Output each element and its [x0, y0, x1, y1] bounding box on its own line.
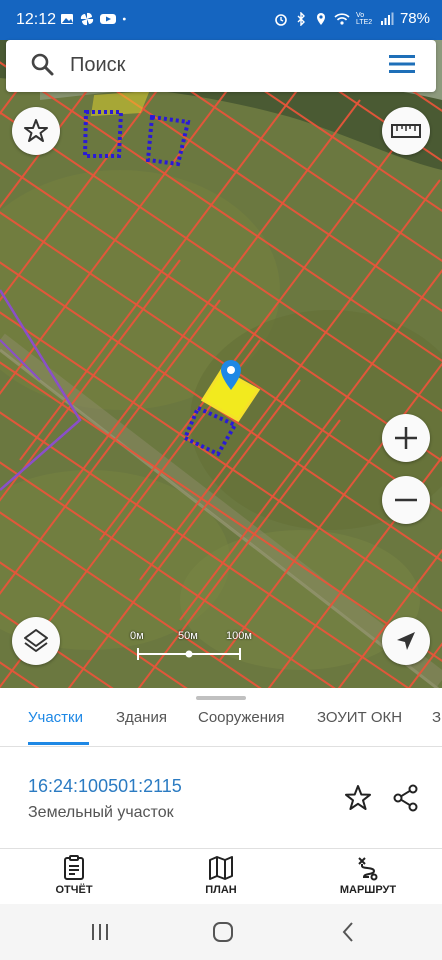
active-tab-indicator: [28, 742, 89, 745]
cadastral-number[interactable]: 16:24:100501:2115: [28, 776, 182, 797]
star-icon: [24, 119, 48, 142]
add-favorite-star-icon[interactable]: [344, 784, 372, 812]
my-location-button[interactable]: [382, 617, 430, 665]
wifi-icon: [334, 12, 350, 25]
tab-more[interactable]: З: [432, 709, 441, 726]
ruler-icon: [391, 124, 421, 138]
status-time: 12:12: [16, 11, 57, 28]
tab-structures[interactable]: Сооружения: [198, 709, 285, 726]
nav-report[interactable]: ОТЧЁТ: [34, 855, 114, 896]
search-input[interactable]: Поиск: [70, 54, 125, 77]
map-view[interactable]: 0м 50м 100м: [0, 40, 442, 688]
navigation-arrow-icon: [397, 632, 415, 650]
report-icon: [64, 855, 84, 880]
layers-button[interactable]: [12, 617, 60, 665]
scale-label-50: 50м: [178, 630, 198, 642]
youtube-icon: [100, 14, 116, 24]
signal-icon: [380, 12, 394, 25]
recent-apps-icon[interactable]: [90, 922, 110, 942]
status-bar: 12:12 Vo LTE2 78%: [0, 0, 442, 40]
location-icon: [316, 12, 325, 25]
system-navigation-bar: [0, 904, 442, 960]
battery-level: 78%: [399, 10, 430, 27]
route-icon: [358, 857, 378, 881]
share-icon[interactable]: [392, 784, 420, 812]
alarm-icon: [275, 13, 287, 26]
minus-icon: [395, 498, 417, 502]
scale-ruler: [137, 648, 241, 660]
scale-label-0: 0м: [130, 630, 144, 642]
tab-parcels[interactable]: Участки: [28, 709, 83, 726]
nav-plan[interactable]: ПЛАН: [181, 855, 261, 896]
zoom-in-button[interactable]: [382, 414, 430, 462]
tab-buildings[interactable]: Здания: [116, 709, 167, 726]
dot-icon: [122, 17, 126, 21]
favorites-button[interactable]: [12, 107, 60, 155]
satellite-map[interactable]: [0, 40, 442, 688]
tabs-divider: [0, 746, 442, 747]
bottom-navigation: ОТЧЁТ ПЛАН МАРШРУТ: [0, 848, 442, 904]
nav-route-label: МАРШРУТ: [339, 884, 397, 896]
bluetooth-icon: [297, 11, 305, 26]
volte-icon: Vo LTE2: [355, 11, 373, 26]
nav-report-label: ОТЧЁТ: [55, 884, 93, 896]
scale-label-100: 100м: [226, 630, 252, 642]
home-icon[interactable]: [212, 921, 234, 943]
back-icon[interactable]: [340, 921, 356, 943]
map-scale-bar: 0м 50м 100м: [130, 630, 260, 664]
sheet-drag-handle[interactable]: [196, 696, 246, 700]
plus-icon: [395, 427, 417, 449]
layers-icon: [24, 629, 48, 652]
hamburger-menu-icon[interactable]: [388, 52, 416, 76]
ruler-button[interactable]: [382, 107, 430, 155]
map-plan-icon: [209, 856, 233, 880]
search-icon[interactable]: [30, 52, 56, 78]
pinwheel-icon: [80, 12, 94, 26]
tab-zouit-okn[interactable]: ЗОУИТ ОКН: [317, 709, 402, 726]
object-type: Земельный участок: [28, 804, 174, 821]
nav-route[interactable]: МАРШРУТ: [328, 855, 408, 896]
zoom-out-button[interactable]: [382, 476, 430, 524]
search-bar[interactable]: Поиск: [6, 40, 436, 92]
object-tabs: Участки Здания Сооружения ЗОУИТ ОКН З: [0, 706, 442, 746]
gallery-icon: [61, 14, 73, 24]
nav-plan-label: ПЛАН: [205, 884, 237, 896]
